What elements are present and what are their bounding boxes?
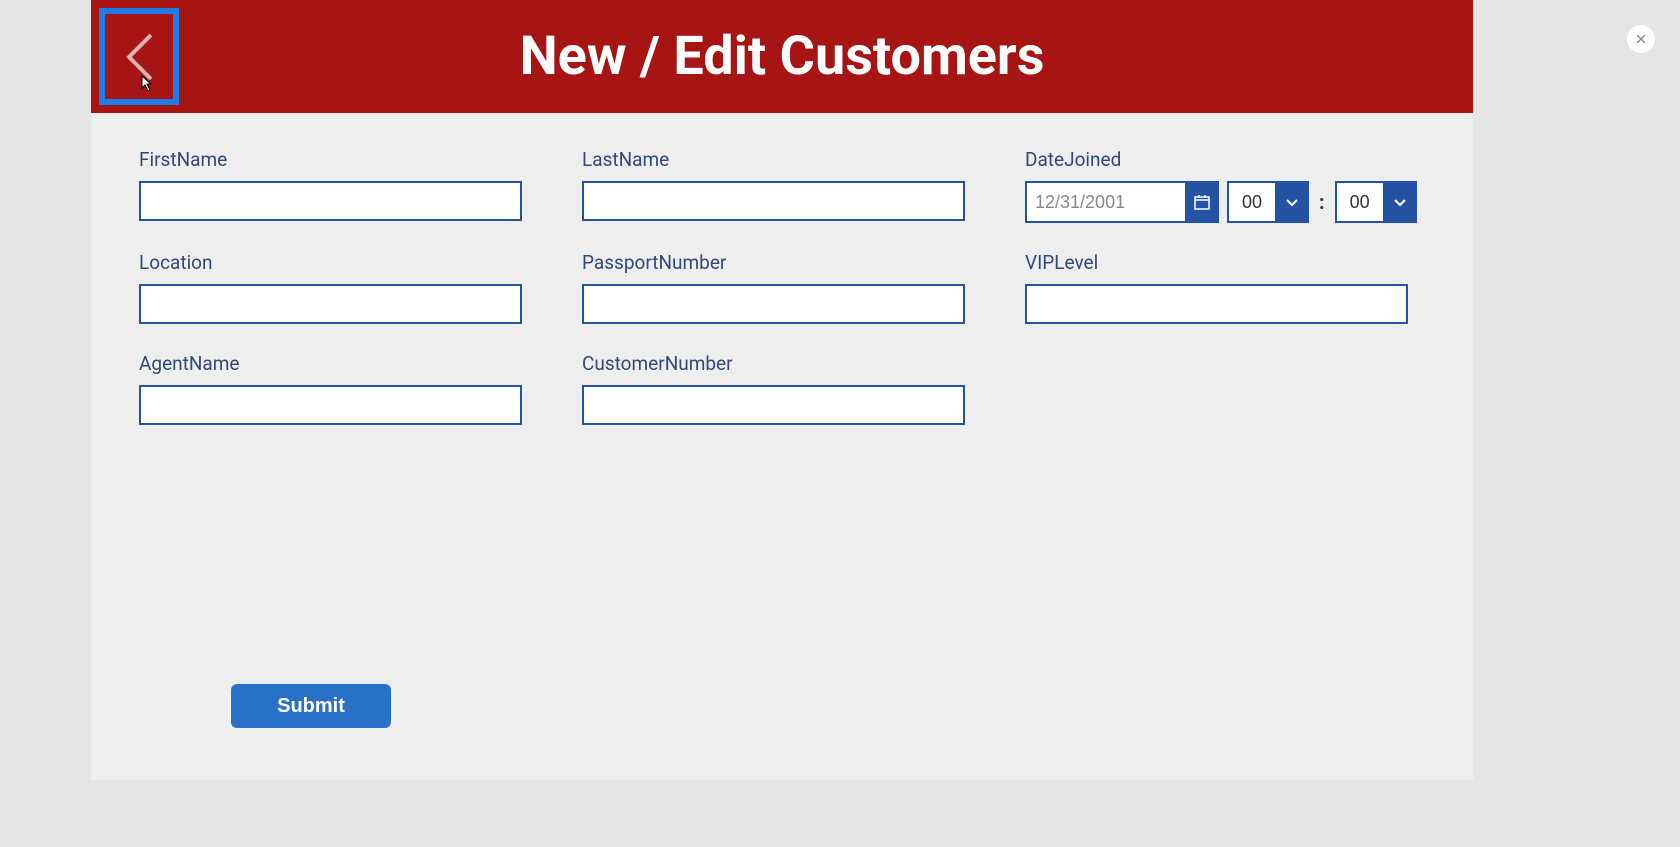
label-location: Location: [139, 251, 522, 274]
field-firstname: FirstName: [139, 148, 522, 223]
field-location: Location: [139, 251, 522, 324]
back-button[interactable]: [99, 8, 179, 105]
close-button[interactable]: [1627, 25, 1655, 53]
datejoined-wrapper: :: [1025, 181, 1417, 223]
date-picker: [1025, 181, 1219, 223]
label-agentname: AgentName: [139, 352, 522, 375]
label-customernumber: CustomerNumber: [582, 352, 965, 375]
label-viplevel: VIPLevel: [1025, 251, 1408, 274]
field-customernumber: CustomerNumber: [582, 352, 965, 425]
input-lastname[interactable]: [582, 181, 965, 221]
submit-button[interactable]: Submit: [231, 684, 391, 728]
label-firstname: FirstName: [139, 148, 522, 171]
field-lastname: LastName: [582, 148, 965, 223]
label-passportnumber: PassportNumber: [582, 251, 965, 274]
form-row: Location PassportNumber VIPLevel: [139, 251, 1425, 324]
form-row: FirstName LastName DateJoined: [139, 148, 1425, 223]
input-firstname[interactable]: [139, 181, 522, 221]
field-agentname: AgentName: [139, 352, 522, 425]
hour-select: [1227, 181, 1309, 223]
minute-dropdown-button[interactable]: [1385, 181, 1417, 223]
input-location[interactable]: [139, 284, 522, 324]
page-title: New / Edit Customers: [91, 25, 1473, 88]
chevron-down-icon: [1285, 195, 1299, 209]
input-viplevel[interactable]: [1025, 284, 1408, 324]
field-datejoined: DateJoined: [1025, 148, 1417, 223]
calendar-icon: [1194, 194, 1210, 210]
input-minute[interactable]: [1335, 181, 1385, 223]
input-customernumber[interactable]: [582, 385, 965, 425]
close-icon: [1635, 33, 1647, 45]
label-lastname: LastName: [582, 148, 965, 171]
form-header: New / Edit Customers: [91, 0, 1473, 113]
input-agentname[interactable]: [139, 385, 522, 425]
chevron-left-icon: [119, 27, 159, 87]
hour-dropdown-button[interactable]: [1277, 181, 1309, 223]
form-container: New / Edit Customers FirstName LastName …: [91, 0, 1473, 780]
chevron-down-icon: [1393, 195, 1407, 209]
input-passportnumber[interactable]: [582, 284, 965, 324]
field-viplevel: VIPLevel: [1025, 251, 1408, 324]
label-datejoined: DateJoined: [1025, 148, 1417, 171]
form-row: AgentName CustomerNumber: [139, 352, 1425, 425]
minute-select: [1335, 181, 1417, 223]
input-date[interactable]: [1025, 181, 1187, 223]
time-separator: :: [1319, 190, 1325, 214]
form-body: FirstName LastName DateJoined: [91, 113, 1473, 425]
input-hour[interactable]: [1227, 181, 1277, 223]
field-passportnumber: PassportNumber: [582, 251, 965, 324]
calendar-button[interactable]: [1187, 181, 1219, 223]
